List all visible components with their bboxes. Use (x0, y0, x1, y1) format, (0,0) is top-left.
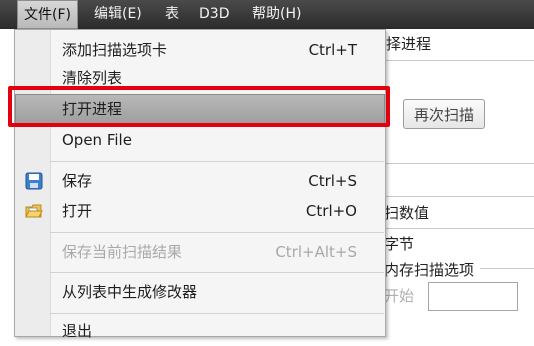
highlight-annotation-box (8, 86, 390, 127)
save-icon (25, 172, 43, 190)
file-menu-dropdown: 添加扫描选项卡 Ctrl+T 清除列表 打开进程 Open File 保存 Ct… (14, 29, 386, 340)
menubar: 文件(F) 编辑(E) 表 D3D 帮助(H) (0, 0, 534, 29)
rescan-button[interactable]: 再次扫描 (403, 99, 485, 129)
menu-item-label: 保存 (62, 172, 93, 190)
menu-separator (50, 313, 384, 314)
menu-table[interactable]: 表 (159, 0, 185, 29)
start-address-input[interactable] (428, 282, 518, 311)
menu-separator (50, 232, 384, 233)
left-window-edge (0, 29, 14, 337)
menu-item-shortcut: Ctrl+Alt+S (275, 243, 357, 261)
menu-edit[interactable]: 编辑(E) (88, 0, 148, 29)
menu-d3d[interactable]: D3D (193, 0, 235, 29)
scan-value-label: 扫数值 (384, 204, 430, 222)
menu-separator (50, 272, 384, 273)
divider (386, 228, 534, 229)
menu-item-label: 从列表中生成修改器 (62, 283, 198, 301)
menu-item-open[interactable]: 打开 Ctrl+O (15, 196, 385, 226)
menu-item-open-file[interactable]: Open File (15, 125, 385, 155)
divider (386, 196, 534, 197)
menu-separator (50, 161, 384, 162)
memory-scan-options-label: 内存扫描选项 (384, 261, 475, 279)
start-label: 开始 (384, 287, 415, 305)
menu-help[interactable]: 帮助(H) (246, 0, 307, 29)
menu-item-shortcut: Ctrl+O (305, 202, 357, 220)
menu-item-label: 打开 (62, 202, 93, 220)
menu-item-label: 退出 (62, 322, 93, 340)
menu-item-save-scan-results[interactable]: 保存当前扫描结果 Ctrl+Alt+S (15, 237, 385, 267)
menu-item-shortcut: Ctrl+T (308, 41, 357, 59)
divider (386, 60, 534, 61)
menu-file[interactable]: 文件(F) (17, 0, 78, 29)
groupbox-border (480, 268, 534, 269)
menu-item-label: 添加扫描选项卡 (62, 41, 168, 59)
menu-item-generate-trainer[interactable]: 从列表中生成修改器 (15, 277, 385, 307)
menu-item-exit[interactable]: 退出 (15, 316, 385, 346)
background-title-fragment: 择进程 (386, 35, 432, 53)
menu-item-label: Open File (62, 131, 132, 149)
menu-item-shortcut: Ctrl+S (308, 172, 357, 190)
divider (386, 163, 534, 164)
menu-item-save[interactable]: 保存 Ctrl+S (15, 166, 385, 196)
open-folder-icon (25, 202, 43, 220)
menu-item-add-scan-tab[interactable]: 添加扫描选项卡 Ctrl+T (15, 35, 385, 65)
menu-item-label: 保存当前扫描结果 (62, 243, 183, 261)
bytes-label: 字节 (384, 235, 415, 253)
